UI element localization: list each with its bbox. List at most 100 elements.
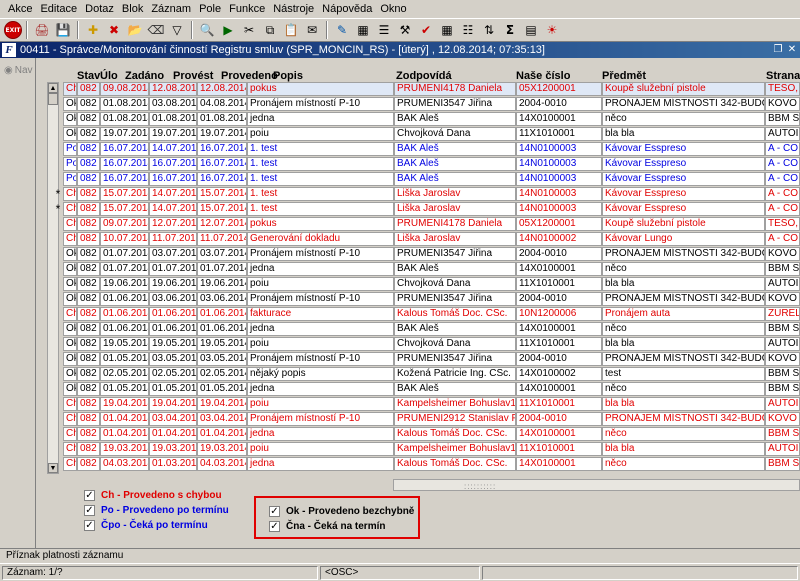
cell-stav[interactable]: Po [63, 142, 77, 156]
cell-popis[interactable]: fakturace [247, 307, 394, 321]
cell-provedeno[interactable]: 01.05.2014 [197, 382, 247, 396]
cell-provest[interactable]: 03.05.2014 [149, 352, 197, 366]
menu-dotaz[interactable]: Dotaz [81, 0, 118, 18]
cell-zadano[interactable]: 04.03.2014 [100, 457, 149, 471]
cell-popis[interactable]: jedna [247, 457, 394, 471]
check-icon[interactable]: ✔ [416, 20, 436, 40]
new-record-icon[interactable]: ✚ [83, 20, 103, 40]
cell-predmet[interactable]: PRONÁJEM MÍSTNOSTI 342-BUDOVA B,P. [602, 247, 765, 261]
cell-ulo[interactable]: 082 [77, 217, 100, 231]
table-row[interactable]: Ok08219.06.201419.06.201419.06.2014poiuC… [37, 277, 800, 292]
cell-zodpovida[interactable]: Kalous Tomáš Doc. CSc. [394, 427, 516, 441]
cell-stav[interactable]: Ch [63, 217, 77, 231]
cell-zadano[interactable]: 19.04.2014 [100, 397, 149, 411]
cell-zodpovida[interactable]: Liška Jaroslav [394, 187, 516, 201]
cell-provedeno[interactable]: 02.05.2014 [197, 367, 247, 381]
cell-zodpovida[interactable]: BAK Aleš [394, 112, 516, 126]
cell-provedeno[interactable]: 01.06.2014 [197, 307, 247, 321]
cell-nase-cislo[interactable]: 11X1010001 [516, 442, 602, 456]
cell-popis[interactable]: Pronájem místností P-10 [247, 352, 394, 366]
cell-stav[interactable]: Ok [63, 277, 77, 291]
cell-ulo[interactable]: 082 [77, 427, 100, 441]
table-row[interactable]: Ok08219.05.201419.05.201419.05.2014poiuC… [37, 337, 800, 352]
cell-strana[interactable]: AUTOI [765, 127, 800, 141]
save-icon[interactable]: 💾 [53, 20, 73, 40]
menu-napoveda[interactable]: Nápověda [318, 0, 376, 18]
cell-nase-cislo[interactable]: 14X0100001 [516, 382, 602, 396]
cell-predmet[interactable]: Kávovar Esspreso [602, 172, 765, 186]
open-icon[interactable]: 📂 [125, 20, 145, 40]
cell-stav[interactable]: Ch [63, 397, 77, 411]
cell-popis[interactable]: Pronájem místností P-10 [247, 97, 394, 111]
cell-popis[interactable]: pokus [247, 82, 394, 96]
cell-strana[interactable]: A - CO [765, 232, 800, 246]
cell-zadano[interactable]: 16.07.2014 [100, 172, 149, 186]
cell-strana[interactable]: AUTOI [765, 397, 800, 411]
cell-stav[interactable]: Ch [63, 442, 77, 456]
menu-funkce[interactable]: Funkce [225, 0, 269, 18]
cell-provest[interactable]: 16.07.2014 [149, 157, 197, 171]
cell-predmet[interactable]: test [602, 367, 765, 381]
table-row[interactable]: Ok08201.07.201401.07.201401.07.2014jedna… [37, 262, 800, 277]
cell-nase-cislo[interactable]: 14X0100001 [516, 457, 602, 471]
cell-nase-cislo[interactable]: 14N0100003 [516, 202, 602, 216]
cell-provedeno[interactable]: 15.07.2014 [197, 202, 247, 216]
table-row[interactable]: Ok08201.07.201403.07.201403.07.2014Proná… [37, 247, 800, 262]
table-row[interactable]: Po08216.07.201414.07.201416.07.20141. te… [37, 142, 800, 157]
cell-predmet[interactable]: bla bla [602, 277, 765, 291]
cell-provest[interactable]: 11.07.2014 [149, 232, 197, 246]
cell-ulo[interactable]: 082 [77, 277, 100, 291]
cell-predmet[interactable]: PRONÁJEM MÍSTNOSTI 342-BUDOVA B,P. [602, 352, 765, 366]
cell-provedeno[interactable]: 01.06.2014 [197, 322, 247, 336]
cell-zodpovida[interactable]: Chvojková Dana [394, 277, 516, 291]
cell-zadano[interactable]: 15.07.2014 [100, 202, 149, 216]
cell-predmet[interactable]: Kávovar Lungo [602, 232, 765, 246]
help-icon[interactable]: ☀ [542, 20, 562, 40]
cell-ulo[interactable]: 082 [77, 352, 100, 366]
cell-predmet[interactable]: PRONÁJEM MÍSTNOSTI 342-BUDOVA B,P. [602, 292, 765, 306]
table-row[interactable]: Ok08201.05.201401.05.201401.05.2014jedna… [37, 382, 800, 397]
calculator-icon[interactable]: ▤ [521, 20, 541, 40]
table-row[interactable]: *Ch08215.07.201414.07.201415.07.20141. t… [37, 187, 800, 202]
cell-provedeno[interactable]: 16.07.2014 [197, 142, 247, 156]
cell-stav[interactable]: Ch [63, 307, 77, 321]
cell-predmet[interactable]: PRONÁJEM MÍSTNOSTI 342-BUDOVA B,P. [602, 97, 765, 111]
cell-provedeno[interactable]: 04.03.2014 [197, 457, 247, 471]
cell-popis[interactable]: jedna [247, 262, 394, 276]
cell-strana[interactable]: TESO, [765, 82, 800, 96]
cell-stav[interactable]: Ch [63, 187, 77, 201]
cell-provedeno[interactable]: 03.07.2014 [197, 247, 247, 261]
cell-strana[interactable]: A - CO [765, 202, 800, 216]
cell-provest[interactable]: 01.04.2014 [149, 427, 197, 441]
table-row[interactable]: Ch08209.07.201412.07.201412.07.2014pokus… [37, 217, 800, 232]
table-row[interactable]: Ch08204.03.201401.03.201404.03.2014jedna… [37, 457, 800, 472]
cell-stav[interactable]: Ok [63, 97, 77, 111]
table-row[interactable]: Ok08201.06.201403.06.201403.06.2014Proná… [37, 292, 800, 307]
cell-zodpovida[interactable]: BAK Aleš [394, 172, 516, 186]
cell-popis[interactable]: 1. test [247, 202, 394, 216]
cell-strana[interactable]: BBM S [765, 322, 800, 336]
cell-strana[interactable]: KOVO [765, 292, 800, 306]
cell-ulo[interactable]: 082 [77, 412, 100, 426]
cell-provedeno[interactable]: 19.05.2014 [197, 337, 247, 351]
cell-zodpovida[interactable]: PRUMENI4178 Daniela [394, 82, 516, 96]
cell-strana[interactable]: A - CO [765, 142, 800, 156]
cell-strana[interactable]: AUTOI [765, 337, 800, 351]
cell-ulo[interactable]: 082 [77, 262, 100, 276]
cut-icon[interactable]: ✂ [239, 20, 259, 40]
cell-ulo[interactable]: 082 [77, 97, 100, 111]
cell-ulo[interactable]: 082 [77, 382, 100, 396]
exit-icon[interactable]: EXIT [4, 21, 22, 39]
cell-popis[interactable]: Generování dokladu [247, 232, 394, 246]
cell-provest[interactable]: 03.07.2014 [149, 247, 197, 261]
cell-zodpovida[interactable]: BAK Aleš [394, 322, 516, 336]
cell-zodpovida[interactable]: Liška Jaroslav [394, 232, 516, 246]
cell-provest[interactable]: 03.08.2014 [149, 97, 197, 111]
cell-popis[interactable]: Pronájem místností P-10 [247, 412, 394, 426]
table-row[interactable]: Po08216.07.201416.07.201416.07.20141. te… [37, 172, 800, 187]
cell-popis[interactable]: poiu [247, 397, 394, 411]
calendar-icon[interactable]: ▦ [353, 20, 373, 40]
cell-strana[interactable]: KOVO [765, 352, 800, 366]
cell-ulo[interactable]: 082 [77, 337, 100, 351]
cell-strana[interactable]: BBM S [765, 382, 800, 396]
